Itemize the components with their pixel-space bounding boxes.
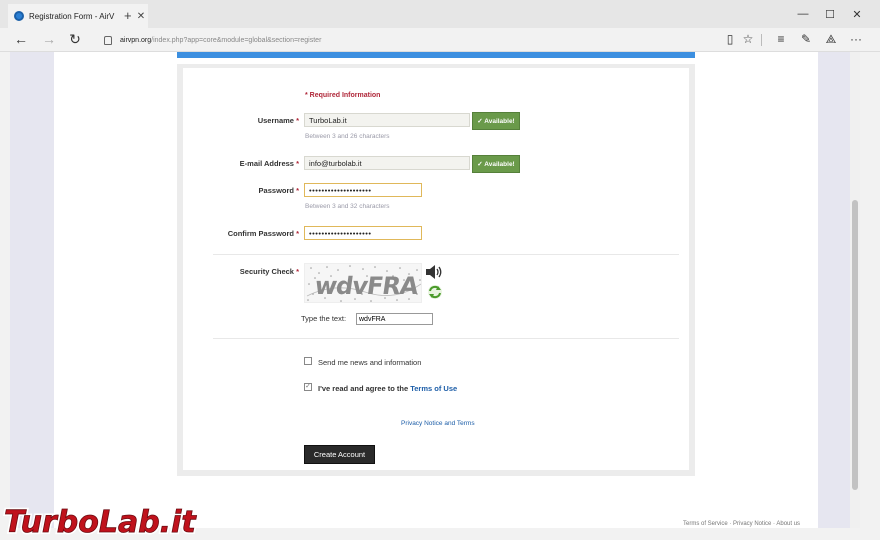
username-label: Username * — [258, 116, 299, 125]
reading-view-icon[interactable]: ▯ — [722, 32, 738, 46]
url-domain: airvpn.org — [120, 36, 152, 44]
turbolab-watermark-logo: TurboLab.it TurboLab.it — [2, 503, 222, 539]
registration-form-panel: * Required Information Username * TurboL… — [177, 64, 695, 476]
captcha-text: wdvFRA — [313, 272, 420, 300]
terms-of-use-link[interactable]: Terms of Use — [410, 384, 457, 393]
required-star: * — [296, 267, 299, 276]
page-scrollbar[interactable] — [850, 52, 860, 528]
required-star: * — [296, 229, 299, 238]
speaker-icon[interactable] — [425, 264, 443, 280]
email-label: E-mail Address * — [240, 159, 299, 168]
security-check-label-text: Security Check — [239, 267, 294, 276]
page-viewport: * Required Information Username * TurboL… — [10, 52, 860, 528]
password-label: Password * — [259, 186, 299, 195]
news-checkbox[interactable] — [304, 357, 312, 365]
password-label-text: Password — [258, 186, 294, 195]
tab-title: Registration Form - AirV — [29, 11, 115, 21]
privacy-notice-link[interactable]: Privacy Notice and Terms — [401, 420, 475, 427]
forward-arrow-icon[interactable]: → — [40, 31, 58, 47]
favorite-star-icon[interactable]: ☆ — [740, 32, 756, 46]
svg-text:TurboLab.it: TurboLab.it — [4, 505, 197, 539]
security-check-label: Security Check * — [240, 267, 299, 276]
required-info-note: * Required Information — [305, 92, 381, 99]
minimize-button[interactable]: — — [793, 8, 813, 20]
required-star: * — [296, 116, 299, 125]
required-star: * — [296, 159, 299, 168]
refresh-icon[interactable]: ↻ — [66, 31, 84, 48]
turbolab-logo-icon: TurboLab.it TurboLab.it — [2, 503, 199, 539]
hub-icon[interactable]: ≡ — [773, 32, 789, 46]
agree-checkbox[interactable]: ✓ — [304, 383, 312, 391]
agree-text: I've read and agree to the — [318, 384, 411, 393]
email-label-text: E-mail Address — [239, 159, 294, 168]
web-note-icon[interactable]: ✎ — [798, 32, 814, 46]
news-checkbox-label: Send me news and information — [318, 358, 422, 367]
create-account-button[interactable]: Create Account — [304, 445, 375, 464]
registration-form: * Required Information Username * TurboL… — [183, 68, 689, 470]
divider — [213, 338, 679, 339]
divider — [213, 254, 679, 255]
username-input[interactable]: TurboLab.it — [304, 113, 470, 127]
username-hint: Between 3 and 26 characters — [305, 133, 390, 140]
title-bar: Registration Form - AirV ✕ + — ☐ ✕ — [0, 0, 880, 28]
password-input[interactable]: •••••••••••••••••••• — [304, 183, 422, 197]
footer-links[interactable]: Terms of Service · Privacy Notice · Abou… — [683, 521, 800, 527]
address-bar: ← → ↻ airvpn.org /index.php?app=core&mod… — [0, 28, 880, 52]
tab-close-icon[interactable]: ✕ — [134, 11, 148, 22]
scrollbar-thumb[interactable] — [852, 200, 858, 490]
page-side-background-left — [10, 52, 54, 528]
new-tab-button[interactable]: + — [124, 8, 132, 23]
share-icon[interactable]: ⟁ — [823, 32, 839, 47]
type-the-text-label: Type the text: — [301, 314, 347, 323]
url-field[interactable]: airvpn.org /index.php?app=core&module=gl… — [104, 32, 504, 48]
confirm-password-label-text: Confirm Password — [227, 229, 294, 238]
maximize-button[interactable]: ☐ — [820, 8, 840, 21]
password-hint: Between 3 and 32 characters — [305, 203, 390, 210]
captcha-image: wdvFRA — [304, 263, 422, 303]
username-label-text: Username — [257, 116, 294, 125]
username-available-badge: ✓ Available! — [472, 112, 520, 130]
email-input[interactable]: info@turbolab.it — [304, 156, 470, 170]
confirm-password-label: Confirm Password * — [228, 229, 299, 238]
agree-checkbox-label: I've read and agree to the Terms of Use — [318, 384, 457, 393]
lock-icon — [104, 35, 112, 45]
url-path: /index.php?app=core&module=global&sectio… — [151, 36, 322, 44]
header-stripe — [177, 52, 695, 58]
email-available-badge: ✓ Available! — [472, 155, 520, 173]
browser-window: Registration Form - AirV ✕ + — ☐ ✕ ← → ↻… — [0, 0, 880, 540]
refresh-captcha-icon[interactable] — [427, 284, 443, 300]
airvpn-favicon-icon — [14, 11, 24, 21]
close-window-button[interactable]: ✕ — [847, 8, 867, 21]
toolbar-separator — [761, 34, 762, 46]
required-star: * — [296, 186, 299, 195]
more-icon[interactable]: ··· — [848, 32, 864, 46]
captcha-input[interactable]: wdvFRA — [356, 313, 433, 325]
back-arrow-icon[interactable]: ← — [12, 31, 30, 47]
confirm-password-input[interactable]: •••••••••••••••••••• — [304, 226, 422, 240]
